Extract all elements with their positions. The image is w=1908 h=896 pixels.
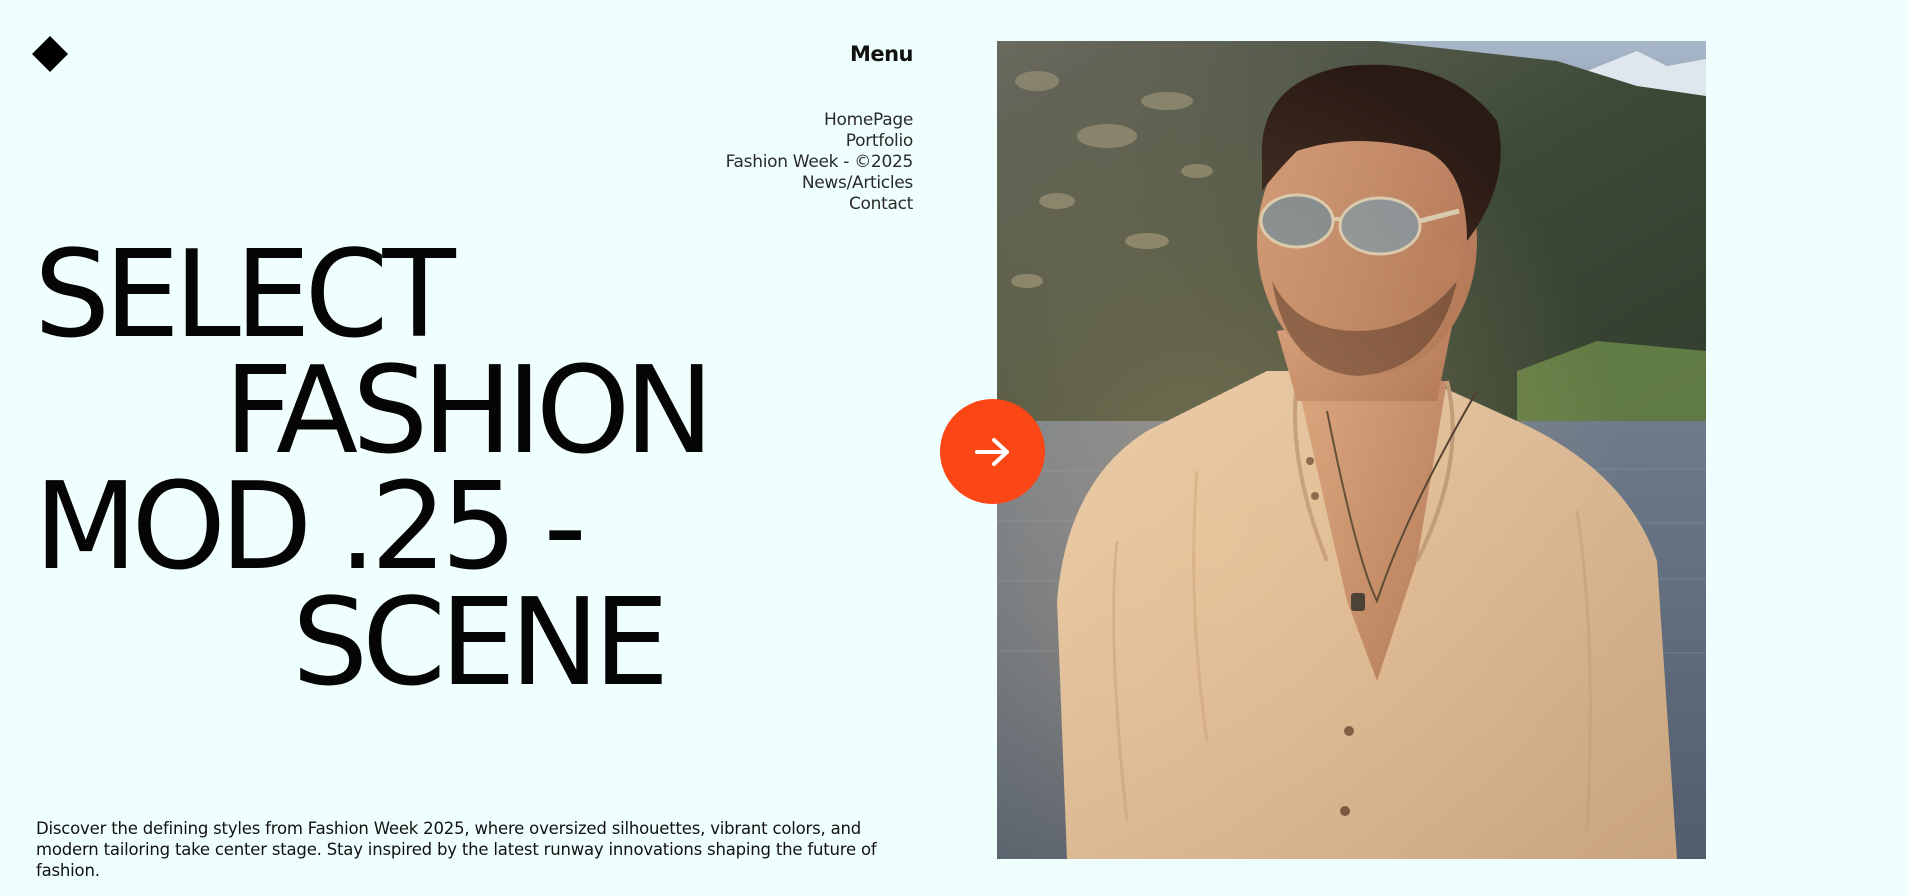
headline-line-4: SCENE — [292, 574, 669, 713]
headline-line-2: FASHION — [224, 342, 714, 481]
arrow-right-icon — [974, 437, 1009, 466]
hero-description: Discover the defining styles from Fashio… — [36, 819, 877, 880]
diamond-icon — [32, 36, 68, 72]
menu-item-contact[interactable]: Contact — [726, 194, 913, 215]
hero-headline: SELECT FASHION MOD .25 - SCENE — [34, 226, 714, 713]
menu-list: HomePage Portfolio Fashion Week - ©2025 … — [726, 110, 914, 215]
headline-line-3: MOD .25 - — [34, 458, 587, 597]
man-in-linen-shirt-photo — [997, 41, 1706, 859]
menu-item-fashion-week[interactable]: Fashion Week - ©2025 — [726, 152, 914, 173]
next-arrow-button[interactable] — [940, 399, 1045, 504]
menu-item-portfolio[interactable]: Portfolio — [726, 131, 914, 152]
headline-line-1: SELECT — [34, 226, 456, 365]
menu-item-homepage[interactable]: HomePage — [726, 110, 913, 131]
menu-item-news-articles[interactable]: News/Articles — [726, 173, 913, 194]
logo[interactable] — [32, 36, 68, 72]
menu-title[interactable]: Menu — [850, 42, 914, 66]
